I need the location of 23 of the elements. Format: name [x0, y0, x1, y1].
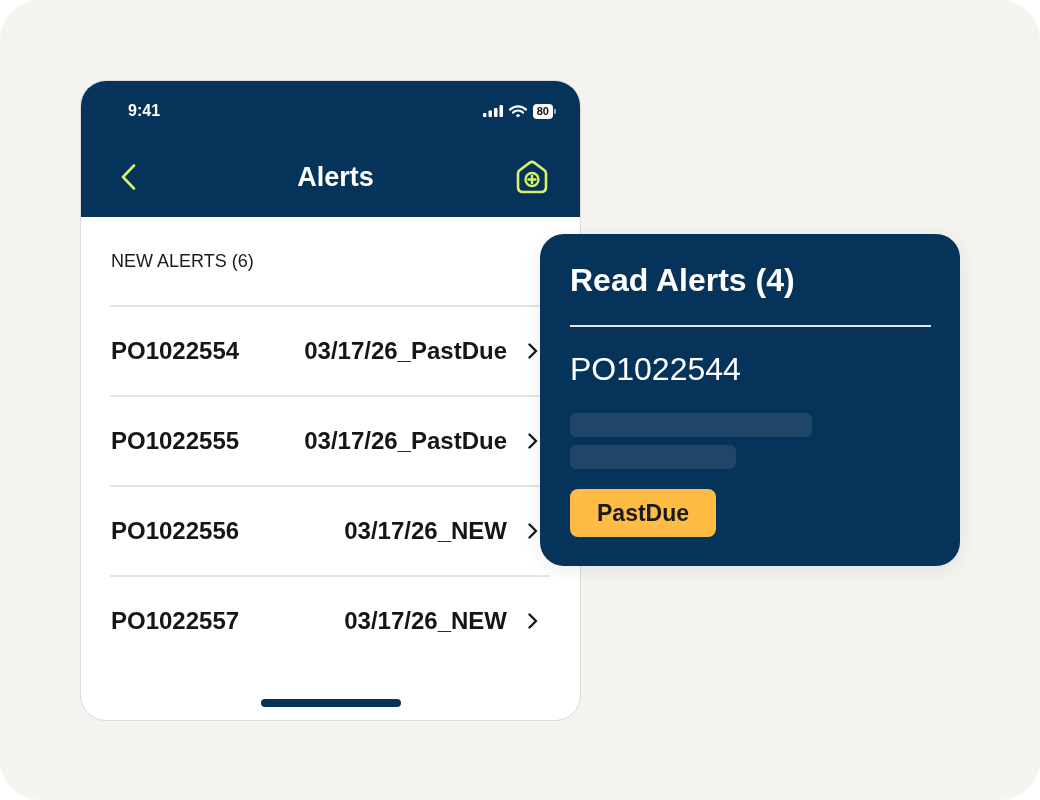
alert-id[interactable]: PO1022554 — [111, 336, 240, 366]
signal-icon — [482, 105, 503, 117]
card-title: Read Alerts (4) — [570, 261, 795, 299]
status-badge: PastDue — [570, 489, 717, 537]
alert-date[interactable]: 03/17/26_NEW — [344, 516, 507, 546]
chevron-right-icon[interactable] — [528, 433, 538, 449]
alert-date[interactable]: 03/17/26_NEW — [344, 606, 507, 636]
chevron-right-icon[interactable] — [528, 523, 538, 539]
chevron-right-icon[interactable] — [528, 613, 538, 629]
alert-date[interactable]: 03/17/26_PastDue — [304, 426, 507, 456]
alert-id: PO1022544 — [570, 350, 741, 388]
house-plus-icon[interactable] — [514, 160, 550, 194]
wifi-icon — [508, 104, 527, 118]
section-heading: NEW ALERTS (6) — [111, 250, 254, 272]
chevron-right-icon[interactable] — [528, 343, 538, 359]
screen-title: Alerts — [297, 161, 374, 194]
alert-id[interactable]: PO1022556 — [111, 516, 240, 546]
back-icon[interactable] — [121, 164, 136, 190]
alert-id[interactable]: PO1022555 — [111, 426, 240, 456]
status-time: 9:41 — [128, 101, 161, 121]
alert-id[interactable]: PO1022557 — [111, 606, 240, 636]
alert-date[interactable]: 03/17/26_PastDue — [304, 336, 507, 366]
battery-indicator: 80 — [532, 103, 556, 119]
